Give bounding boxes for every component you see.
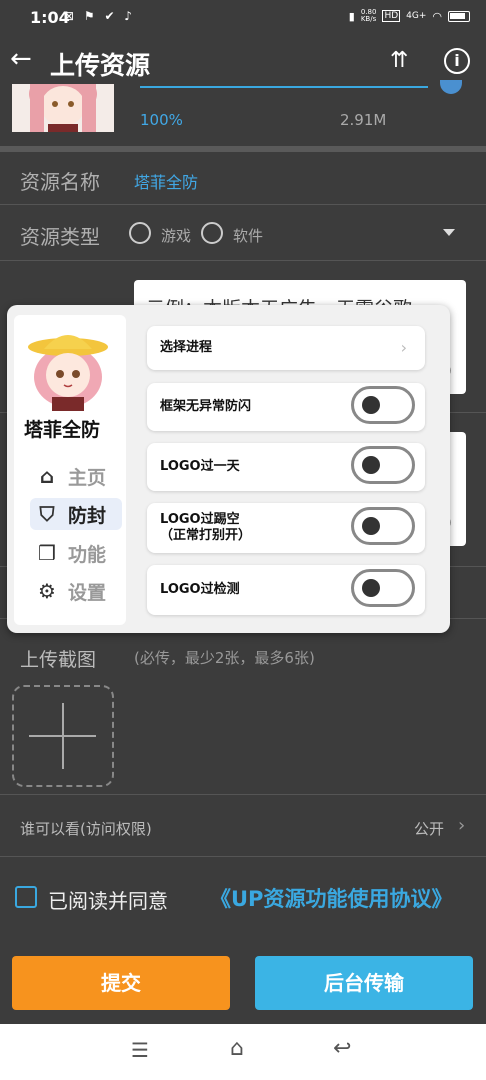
- upload-arrow-icon[interactable]: ⇈: [390, 48, 408, 73]
- progress-handle: [440, 80, 462, 94]
- nav-home-label: 主页: [68, 466, 107, 489]
- framework-toggle[interactable]: [351, 386, 415, 424]
- divider: [0, 204, 486, 205]
- name-value[interactable]: 塔菲全防: [134, 169, 198, 193]
- mod-menu-brand: 塔菲全防: [24, 419, 101, 441]
- wifi-icon: ◠: [432, 9, 442, 23]
- divider: [0, 856, 486, 857]
- notification-icons: ⊠ ⚑ ✔ ♪: [64, 9, 135, 23]
- mod-menu-panel: 塔菲全防 ⌂ 主页 ⛉ 防封 ❒ 功能 ⚙ 设置 选择进程 › 框架无异常防闪 …: [7, 305, 450, 633]
- plus-icon-h: [29, 735, 96, 737]
- agree-checkbox[interactable]: [15, 886, 37, 908]
- signal-label: 4G+: [406, 11, 427, 21]
- gear-icon: ⚙: [38, 579, 56, 603]
- nav-home[interactable]: ⌂ 主页: [30, 460, 120, 492]
- system-nav-bar: ☰ ⌂ ↩: [0, 1024, 486, 1080]
- vibrate-icon: ▮: [348, 9, 355, 23]
- logo-day-option: LOGO过一天: [147, 443, 425, 491]
- protocol-link[interactable]: 《UP资源功能使用协议》: [210, 883, 452, 913]
- logo-day-toggle[interactable]: [351, 446, 415, 484]
- logo-detect-toggle[interactable]: [351, 569, 415, 607]
- nav-protect-label: 防封: [68, 504, 107, 527]
- framework-option: 框架无异常防闪: [147, 383, 425, 431]
- upload-percent: 100%: [140, 111, 183, 129]
- logo-detect-option: LOGO过检测: [147, 565, 425, 615]
- logo-detect-label: LOGO过检测: [160, 582, 240, 597]
- radio-game-label: 游戏: [161, 227, 192, 245]
- nav-protect[interactable]: ⛉ 防封: [30, 498, 122, 530]
- hd-badge: HD: [382, 10, 401, 22]
- radio-software[interactable]: [201, 222, 223, 244]
- screenshots-label: 上传截图: [20, 649, 97, 671]
- back-arrow-icon[interactable]: ←: [10, 44, 32, 74]
- logo-day-label: LOGO过一天: [160, 459, 240, 474]
- background-transfer-button[interactable]: 后台传输: [255, 956, 473, 1010]
- divider: [0, 794, 486, 795]
- submit-button[interactable]: 提交: [12, 956, 230, 1010]
- network-speed: 0.80 KB/s: [360, 8, 377, 23]
- page-title: 上传资源: [50, 51, 151, 80]
- home-icon: ⌂: [39, 464, 55, 488]
- divider: [0, 260, 486, 261]
- logo-empty-toggle[interactable]: [351, 507, 415, 545]
- shield-icon: ⛉: [39, 502, 55, 526]
- nav-settings[interactable]: ⚙ 设置: [30, 575, 120, 607]
- resource-thumbnail: [12, 84, 114, 132]
- dropdown-caret-icon[interactable]: [443, 229, 455, 236]
- upload-progress-bar: [140, 86, 428, 88]
- select-process-label: 选择进程: [160, 340, 213, 355]
- nav-settings-label: 设置: [68, 581, 107, 604]
- name-label: 资源名称: [20, 170, 100, 194]
- battery-icon: [448, 10, 470, 22]
- logo-empty-label: LOGO过踢空: [160, 512, 240, 527]
- app-header: ← 上传资源 ⇈ i: [0, 36, 486, 90]
- logo-empty-sublabel: （正常打别开）: [160, 528, 252, 543]
- chevron-right-icon: ›: [400, 338, 407, 357]
- screenshots-hint: (必传，最少2张，最多6张): [134, 649, 315, 667]
- back-icon[interactable]: ↩: [333, 1036, 351, 1061]
- section-divider: [0, 146, 486, 152]
- upload-size: 2.91M: [340, 111, 387, 129]
- logo-empty-option: LOGO过踢空 （正常打别开）: [147, 503, 425, 553]
- chevron-right-icon[interactable]: ›: [458, 815, 465, 836]
- status-bar: 1:04 ⊠ ⚑ ✔ ♪ ▮ 0.80 KB/s HD 4G+ ◠: [0, 0, 486, 36]
- visibility-label: 谁可以看(访问权限): [20, 820, 152, 838]
- mascot-avatar: [24, 327, 112, 411]
- visibility-value[interactable]: 公开: [414, 818, 444, 839]
- mod-menu-sidebar: 塔菲全防 ⌂ 主页 ⛉ 防封 ❒ 功能 ⚙ 设置: [14, 315, 126, 625]
- home-icon[interactable]: ⌂: [230, 1036, 244, 1061]
- type-label: 资源类型: [20, 225, 100, 249]
- framework-label: 框架无异常防闪: [160, 399, 252, 414]
- menu-icon[interactable]: ☰: [131, 1038, 149, 1062]
- cube-icon: ❒: [38, 541, 56, 565]
- nav-features[interactable]: ❒ 功能: [30, 537, 120, 569]
- agree-text: 已阅读并同意: [48, 889, 168, 913]
- nav-features-label: 功能: [68, 543, 107, 566]
- radio-software-label: 软件: [233, 227, 264, 245]
- info-icon[interactable]: i: [444, 48, 470, 74]
- select-process-option[interactable]: 选择进程 ›: [147, 326, 425, 370]
- status-right: ▮ 0.80 KB/s HD 4G+ ◠: [349, 9, 470, 23]
- radio-game[interactable]: [129, 222, 151, 244]
